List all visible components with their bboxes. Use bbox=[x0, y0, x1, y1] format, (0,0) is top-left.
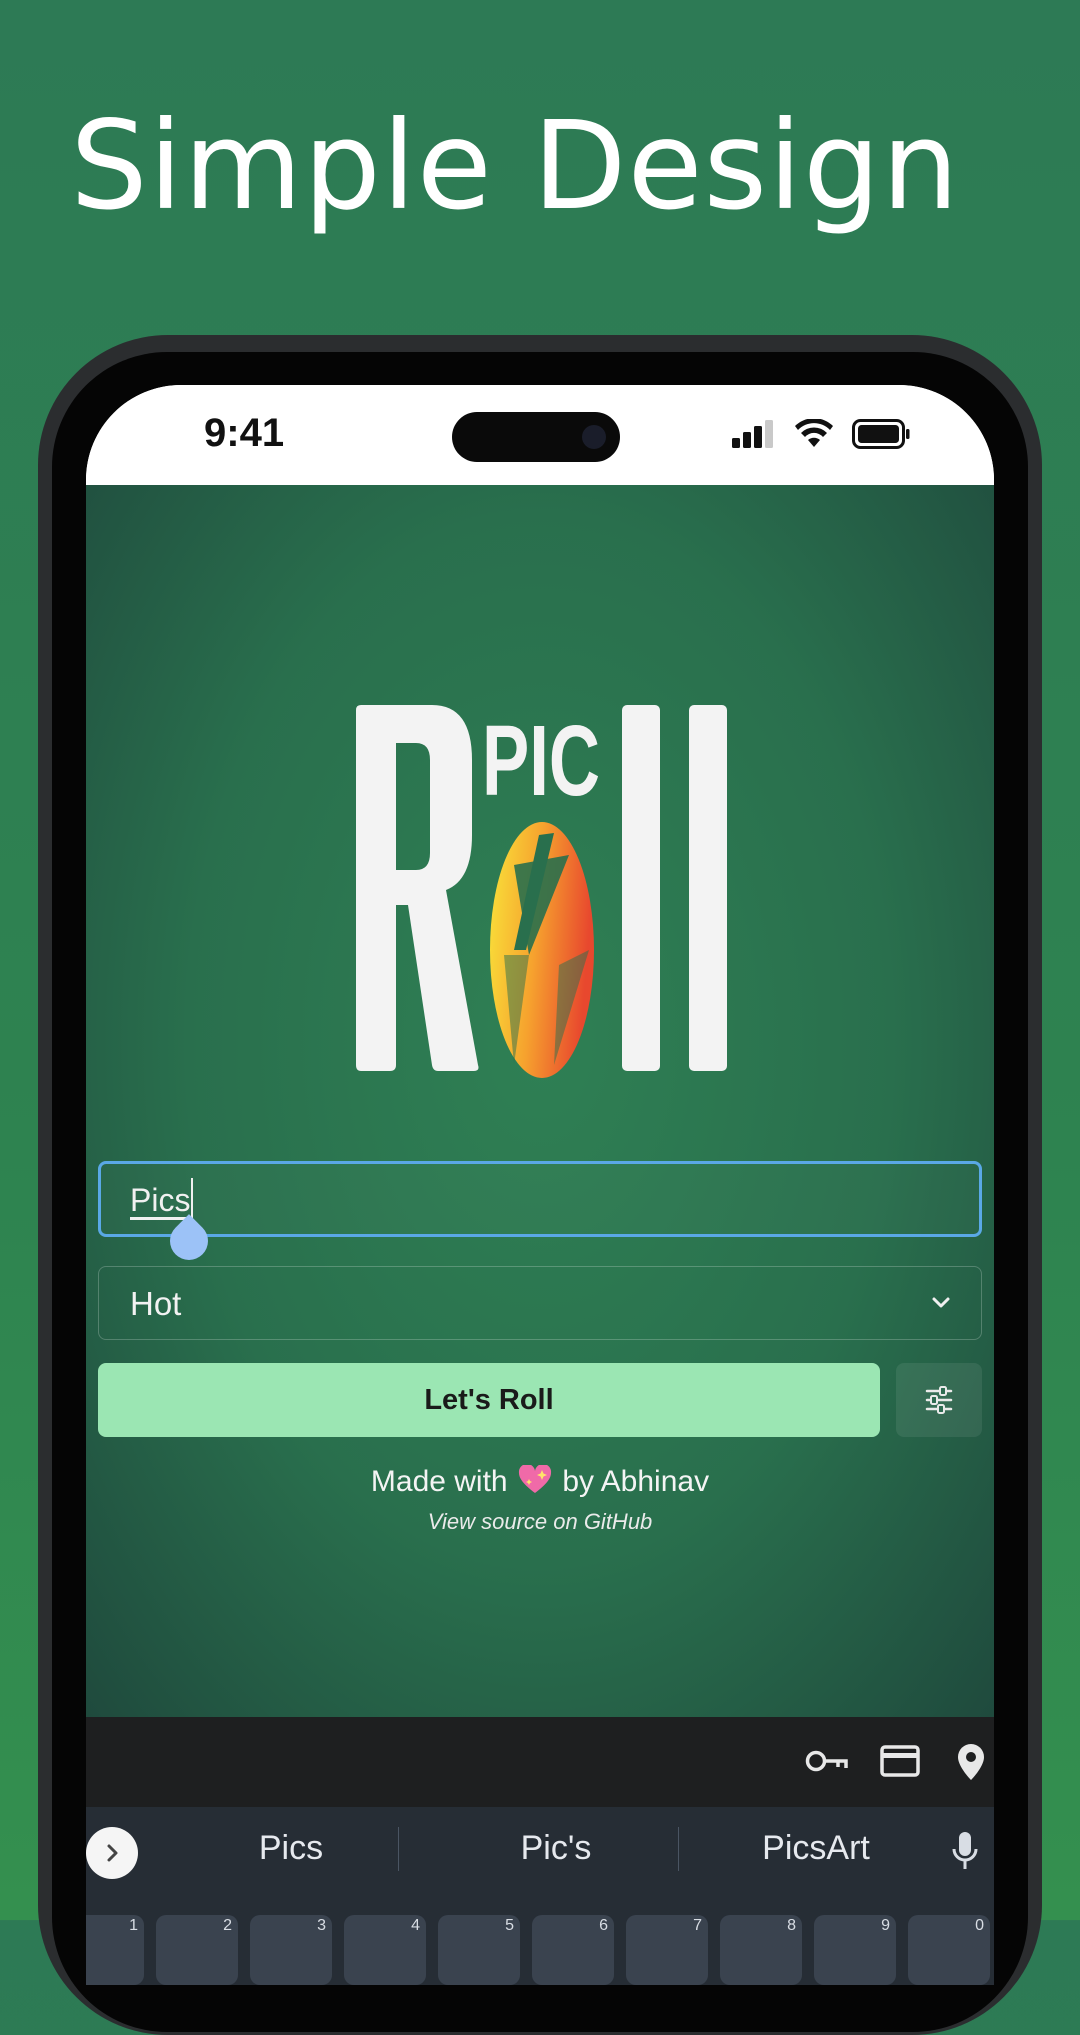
sparkling-heart-icon bbox=[518, 1465, 551, 1493]
key-1[interactable]: 1 bbox=[86, 1915, 144, 1985]
keyboard-autofill-bar bbox=[86, 1717, 994, 1807]
status-time: 9:41 bbox=[204, 411, 285, 455]
key-8[interactable]: 8 bbox=[720, 1915, 802, 1985]
credit-suffix: by Abhinav bbox=[562, 1465, 710, 1498]
suggestion-1[interactable]: Pics bbox=[226, 1829, 356, 1868]
sort-select[interactable]: Hot bbox=[98, 1266, 982, 1340]
credit-prefix: Made with bbox=[370, 1465, 508, 1498]
status-bar: 9:41 bbox=[86, 385, 994, 485]
phone-screen: 9:41 PIC Pics Hot Let's Roll Made with b… bbox=[86, 385, 994, 1985]
expand-toolbar-button[interactable] bbox=[86, 1827, 138, 1879]
key-0[interactable]: 0 bbox=[908, 1915, 990, 1985]
key-9[interactable]: 9 bbox=[814, 1915, 896, 1985]
battery-icon bbox=[852, 419, 910, 449]
key-5[interactable]: 5 bbox=[438, 1915, 520, 1985]
subreddit-input[interactable]: Pics bbox=[98, 1161, 982, 1237]
key-3[interactable]: 3 bbox=[250, 1915, 332, 1985]
app-content: PIC Pics Hot Let's Roll Made with by Abh… bbox=[86, 485, 994, 1717]
key-6[interactable]: 6 bbox=[532, 1915, 614, 1985]
suggestion-divider bbox=[678, 1827, 679, 1871]
signal-icon bbox=[732, 420, 773, 448]
text-caret bbox=[191, 1178, 193, 1222]
keyboard-number-row: 1 2 3 4 5 6 7 8 9 0 bbox=[86, 1897, 994, 1985]
github-source-link[interactable]: View source on GitHub bbox=[86, 1509, 994, 1535]
made-with-credit: Made with by Abhinav bbox=[86, 1465, 994, 1499]
chevron-right-icon bbox=[107, 1844, 118, 1862]
headline: Simple Design bbox=[70, 95, 960, 237]
sort-select-value: Hot bbox=[130, 1285, 182, 1322]
key-7[interactable]: 7 bbox=[626, 1915, 708, 1985]
lets-roll-button[interactable]: Let's Roll bbox=[98, 1363, 880, 1437]
chevron-down-icon bbox=[932, 1297, 950, 1308]
wifi-icon bbox=[795, 419, 833, 447]
sliders-icon bbox=[925, 1386, 953, 1414]
logo-pic-text: PIC bbox=[482, 705, 600, 817]
location-pin-icon[interactable] bbox=[956, 1743, 986, 1781]
key-icon[interactable] bbox=[804, 1743, 848, 1779]
keyboard-suggestion-bar: Pics Pic's PicsArt bbox=[86, 1807, 994, 1897]
suggestion-2[interactable]: Pic's bbox=[486, 1829, 626, 1868]
microphone-icon[interactable] bbox=[952, 1831, 978, 1871]
key-4[interactable]: 4 bbox=[344, 1915, 426, 1985]
suggestion-divider bbox=[398, 1827, 399, 1871]
dynamic-island bbox=[452, 412, 620, 462]
filter-settings-button[interactable] bbox=[896, 1363, 982, 1437]
key-2[interactable]: 2 bbox=[156, 1915, 238, 1985]
subreddit-input-value: Pics bbox=[130, 1182, 191, 1218]
camera-icon bbox=[582, 425, 606, 449]
pic-roll-logo: PIC bbox=[356, 705, 727, 1078]
suggestion-3[interactable]: PicsArt bbox=[726, 1829, 906, 1868]
status-icons bbox=[732, 419, 910, 449]
credit-card-icon[interactable] bbox=[880, 1743, 920, 1779]
